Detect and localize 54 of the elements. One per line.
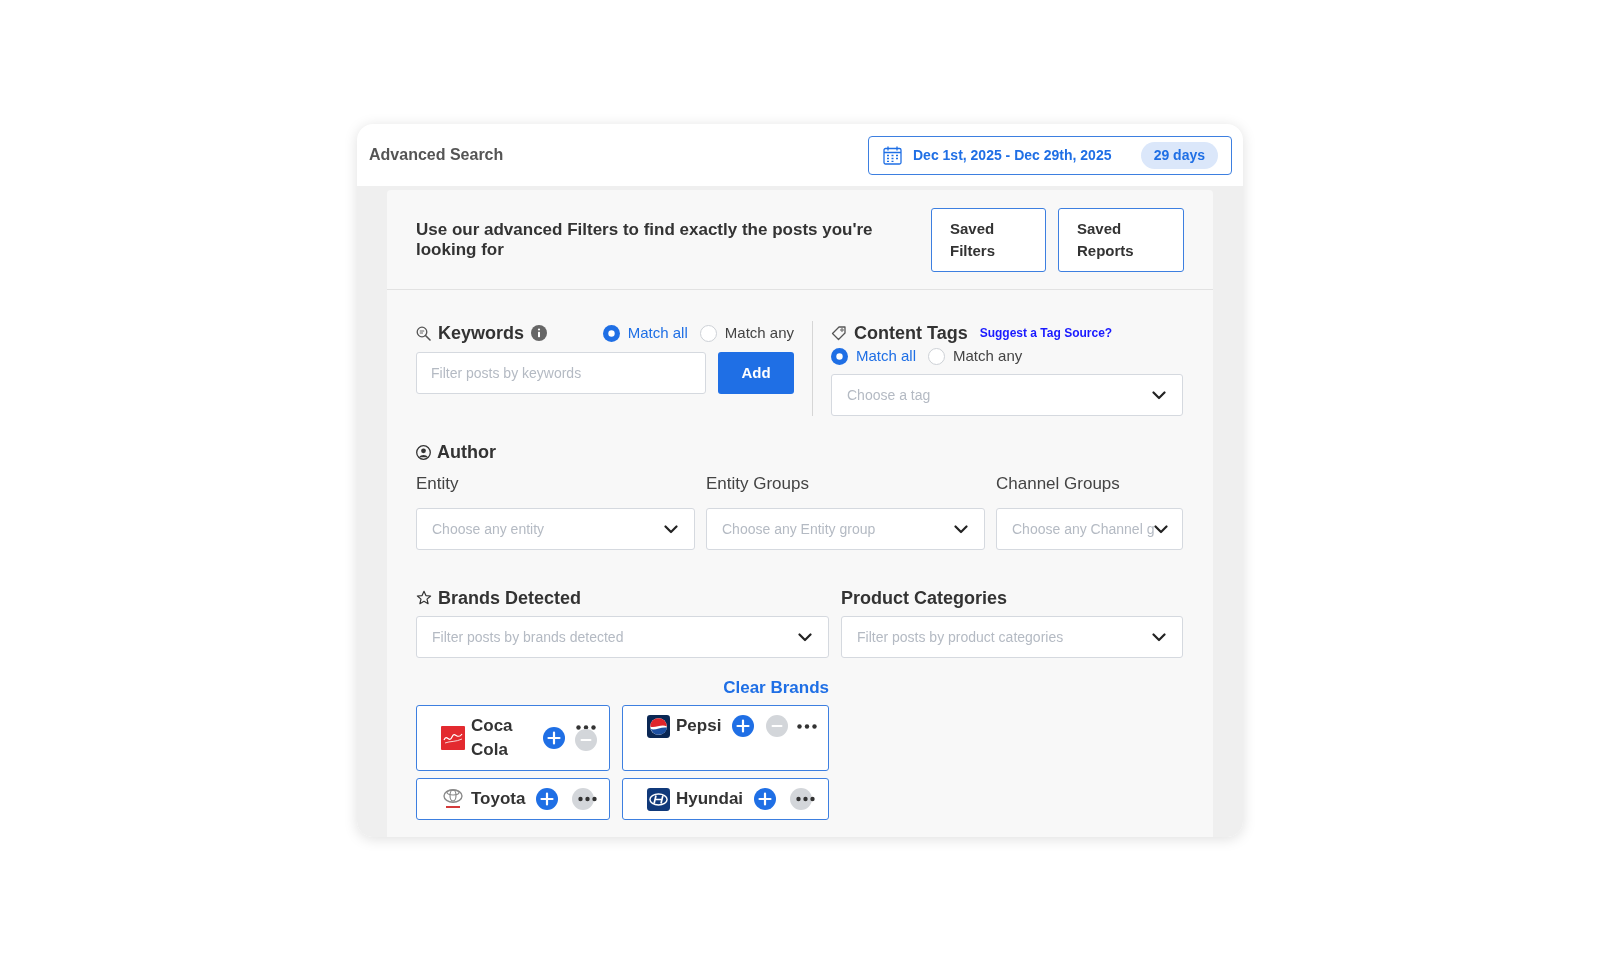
saved-reports-button[interactable]: Saved Reports (1058, 207, 1184, 272)
section-title: Keywords (438, 322, 525, 345)
field-label: Entity (416, 473, 460, 495)
plus-circle-icon[interactable] (732, 715, 755, 737)
plus-circle-icon[interactable] (754, 788, 777, 810)
brand-name: Hyundai (676, 788, 744, 810)
chevron-down-icon (798, 632, 812, 642)
more-icon[interactable] (572, 788, 599, 810)
section-title: Author (437, 441, 496, 464)
tag-icon (831, 325, 847, 341)
info-icon[interactable] (531, 325, 548, 341)
radio-icon[interactable] (699, 324, 717, 342)
user-circle-icon (416, 444, 431, 460)
clear-brands-link[interactable]: Clear Brands (723, 678, 829, 698)
radio-icon[interactable] (928, 348, 946, 365)
chevron-down-icon (1152, 632, 1166, 642)
calendar-icon (883, 145, 902, 165)
match-radio[interactable]: Match any (928, 345, 1023, 368)
date-range-button[interactable]: Dec 1st, 2025 - Dec 29th, 2025 29 days (868, 135, 1232, 175)
match-radio[interactable]: Match all (831, 345, 917, 368)
radio-icon[interactable] (831, 348, 848, 365)
globe-logo-icon (647, 714, 670, 738)
chevron-down-icon (664, 524, 678, 534)
script-logo-icon (441, 726, 465, 750)
brand-name: Toyota (471, 788, 526, 810)
chevron-down-icon (1152, 390, 1166, 400)
intro-text: Use our advanced Filters to find exactly the posts you're looking for (416, 219, 874, 260)
day-count-badge: 29 days (1140, 141, 1218, 169)
slanted-oval-emblem-icon (647, 787, 670, 811)
section-title: Product Categories (841, 587, 1008, 610)
more-icon[interactable] (797, 723, 818, 729)
section-title: Brands Detected (438, 587, 582, 610)
radio-icon[interactable] (602, 324, 620, 342)
more-icon[interactable] (790, 788, 817, 810)
brand-name: Pepsi (676, 715, 722, 737)
brand-name: Coca Cola (471, 715, 514, 761)
field-label: Channel Groups (996, 473, 1121, 495)
match-radio[interactable]: Match any (699, 321, 794, 345)
suggest-tag-link[interactable]: Suggest a Tag Source? (979, 324, 1113, 342)
match-radio[interactable]: Match all (602, 321, 688, 345)
add-button[interactable]: Add (718, 352, 794, 394)
oval-emblem-icon (441, 787, 465, 811)
saved-filters-button[interactable]: Saved Filters (931, 207, 1046, 272)
field-label: Entity Groups (706, 473, 810, 495)
more-icon[interactable] (576, 725, 596, 730)
plus-circle-icon[interactable] (543, 727, 565, 749)
keywords-input[interactable]: Filter posts by keywords (416, 352, 706, 394)
search-icon (416, 325, 431, 341)
chevron-down-icon (954, 524, 968, 534)
panel-title: Advanced Search (369, 145, 504, 165)
plus-circle-icon[interactable] (536, 788, 559, 810)
star-icon (416, 590, 432, 606)
chevron-down-icon (1154, 524, 1169, 534)
section-title: Content Tags (854, 322, 968, 345)
